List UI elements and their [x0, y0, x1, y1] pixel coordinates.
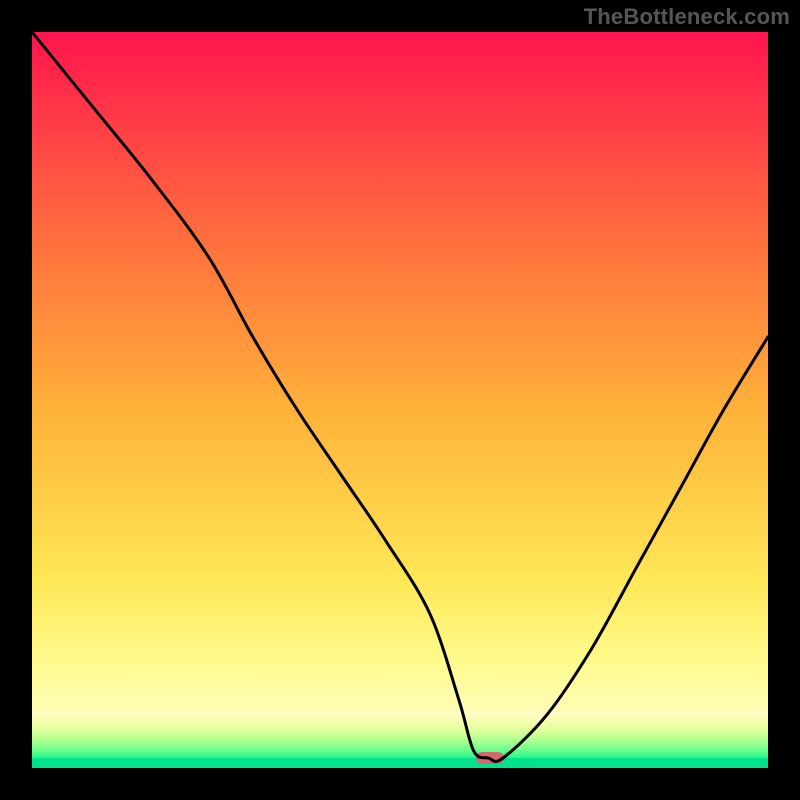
plot-background-lower [32, 712, 768, 764]
watermark-text: TheBottleneck.com [584, 4, 790, 30]
chart-frame: TheBottleneck.com [0, 0, 800, 800]
plot-background-upper [32, 32, 768, 732]
plot-baseline-strip [32, 758, 768, 768]
chart-svg [32, 32, 768, 768]
